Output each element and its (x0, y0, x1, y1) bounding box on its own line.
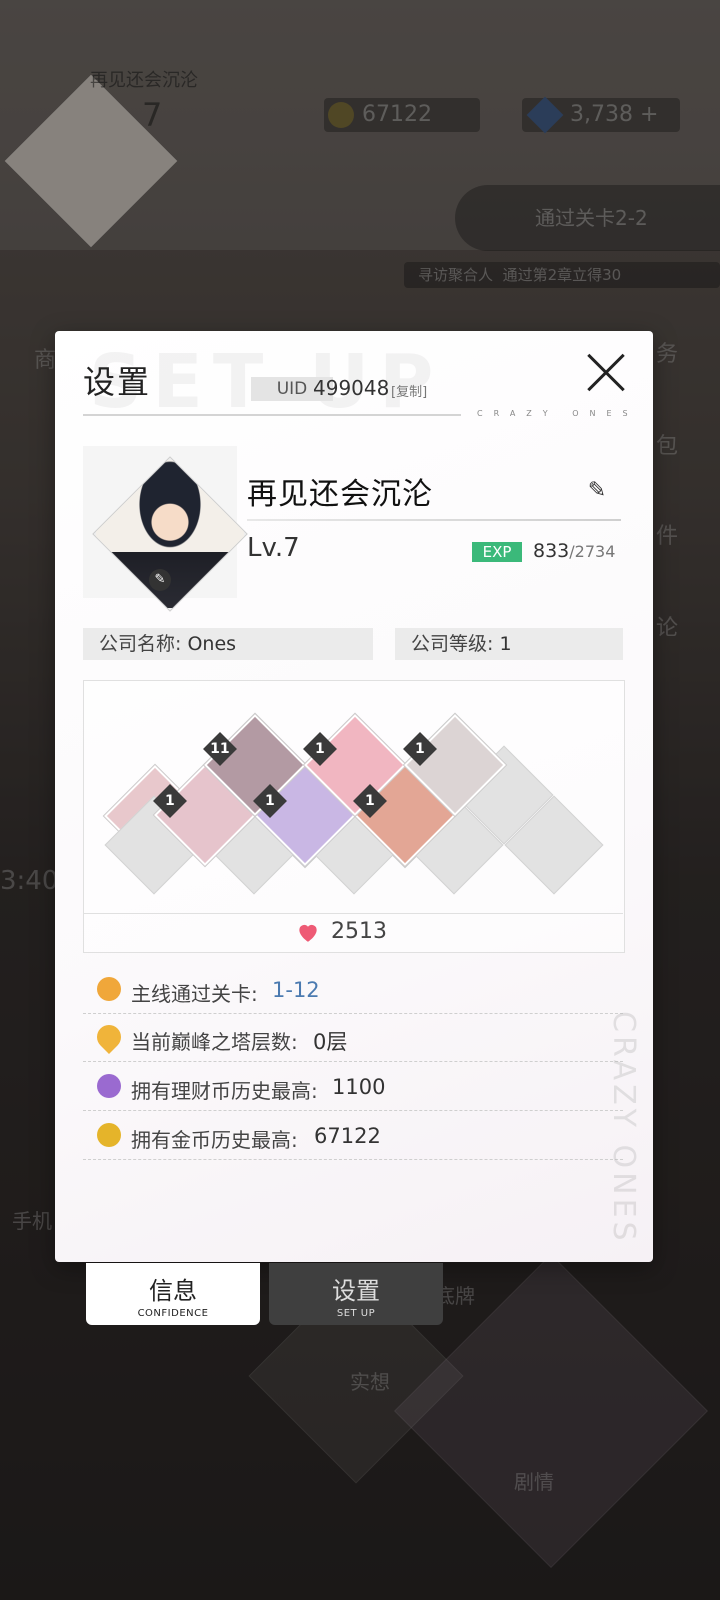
exp-badge: EXP (472, 542, 522, 562)
company-name-value: Ones (187, 633, 237, 655)
exp-current: 833 (533, 540, 570, 562)
tab-title: 设置 (332, 1277, 380, 1305)
exp-max: /2734 (569, 542, 616, 561)
stat-value: 1-12 (272, 978, 320, 1002)
stat-value: 67122 (314, 1124, 381, 1148)
affection-value: 2513 (331, 919, 387, 944)
showcase-divider (83, 913, 623, 914)
stat-row-main-stage: 主线通过关卡: 1-12 (83, 967, 623, 1014)
stat-row-tower: 当前巅峰之塔层数: 0层 (83, 1015, 623, 1062)
stat-row-finance: 拥有理财币历史最高: 1100 (83, 1064, 623, 1111)
title-divider (83, 414, 461, 416)
exp-value: 833/2734 (533, 540, 615, 562)
stat-label: 拥有理财币历史最高: (131, 1079, 318, 1103)
player-level: Lv.7 (247, 533, 300, 563)
brand-small: CRAZY ONES (477, 409, 639, 418)
heart-icon (299, 924, 317, 942)
stat-value: 1100 (332, 1075, 386, 1099)
gold-coin-icon (97, 1123, 121, 1147)
location-pin-icon (92, 1020, 126, 1054)
stat-label: 主线通过关卡: (131, 982, 258, 1006)
name-underline (247, 519, 621, 521)
tab-subtitle: CONFIDENCE (137, 1308, 209, 1319)
stat-label: 拥有金币历史最高: (131, 1128, 298, 1152)
stat-value: 0层 (313, 1030, 348, 1054)
tab-settings[interactable]: 设置 SET UP (269, 1263, 443, 1325)
company-name-box: 公司名称: Ones (83, 628, 373, 660)
stat-row-gold: 拥有金币历史最高: 67122 (83, 1113, 623, 1160)
modal-title: 设置 (83, 363, 152, 401)
stat-label: 当前巅峰之塔层数: (131, 1030, 298, 1054)
uid-copy-button[interactable]: [复制] (391, 381, 427, 400)
avatar-edit-icon[interactable]: ✎ (149, 569, 171, 591)
pencil-icon[interactable]: ✎ (583, 477, 611, 505)
tab-title: 信息 (149, 1277, 197, 1305)
player-name: 再见还会沉沦 (247, 477, 433, 512)
company-level-value: 1 (499, 633, 512, 655)
tab-info[interactable]: 信息 CONFIDENCE (86, 1263, 260, 1325)
finance-coin-icon (97, 1074, 121, 1098)
company-name-label: 公司名称: (99, 633, 182, 655)
company-level-box: 公司等级: 1 (395, 628, 623, 660)
close-button[interactable] (575, 341, 639, 405)
uid-value: 499048 (313, 376, 390, 400)
film-reel-icon (97, 977, 121, 1001)
tab-subtitle: SET UP (336, 1308, 376, 1319)
company-level-label: 公司等级: (411, 633, 494, 655)
brand-vertical: CRAZY ONES (606, 1011, 641, 1245)
settings-modal: SET UP 设置 UID 499048 [复制] CRAZY ONES ✎ 再… (55, 331, 653, 1262)
